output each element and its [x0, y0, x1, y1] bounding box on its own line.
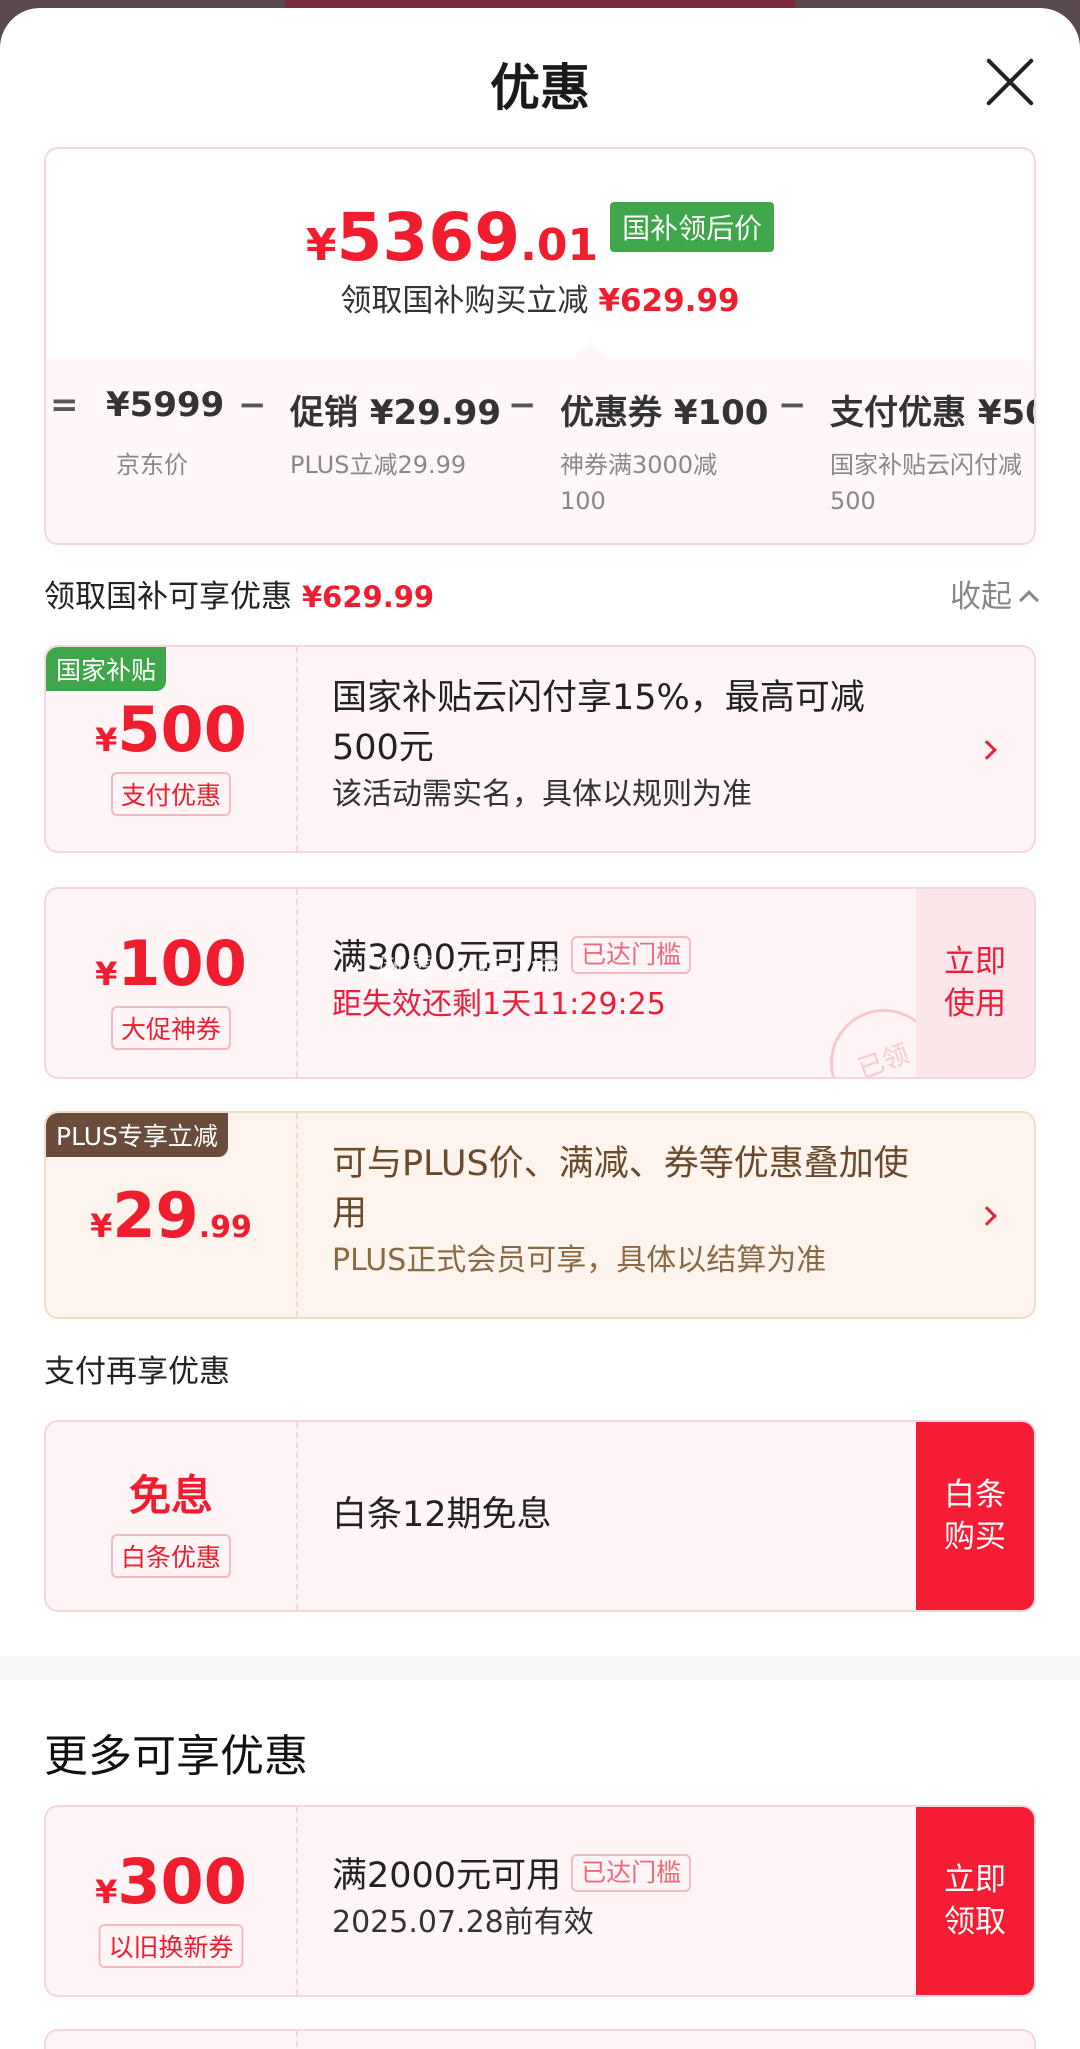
currency-symbol: ¥ [305, 220, 337, 271]
coupon-countdown: 距失效还剩1天11:29:25 [332, 987, 666, 1022]
baitiao-buy-label: 白条购买 [944, 1477, 1006, 1555]
subsidy-section-amount: ¥629.99 [302, 580, 435, 614]
breakdown-pointer [572, 341, 608, 359]
coupon-trade-in: ¥300 以旧换新券 满2000元可用 已达门槛 2025.07.28前有效 立即… [44, 1805, 1036, 1997]
chevron-right-icon [977, 740, 997, 760]
coupon-type-label: 以旧换新券 [98, 1924, 244, 1968]
coupon-amount: 免息 [128, 1471, 213, 1520]
minus-sign: − [508, 385, 537, 425]
use-now-label: 立即使用 [944, 944, 1006, 1022]
plus-corner-badge: PLUS专享立减 [46, 1113, 228, 1157]
coupon-national-subsidy[interactable]: ¥500 支付优惠 国家补贴 国家补贴云闪付享15%，最高可减500元 该活动需… [44, 645, 1036, 853]
coupon-amount: ¥29.99 [90, 1179, 252, 1252]
coupon-type-label: 支付优惠 [110, 772, 232, 816]
coupon-title: 满2000元可用 已达门槛 [332, 1851, 924, 1901]
breakdown-value: 优惠券 ¥100 [560, 393, 769, 433]
use-now-button[interactable]: 立即使用 [916, 889, 1034, 1077]
section-divider [0, 1656, 1080, 1680]
coupon-amount: ¥100 [95, 927, 247, 1000]
coupon-info: 白条12期免息 [332, 1490, 924, 1540]
more-section-title: 更多可享优惠 [44, 1731, 308, 1782]
sheet-title: 优惠 [490, 59, 590, 117]
chevron-up-icon [1019, 590, 1039, 610]
coupon-type-label: 白条优惠 [110, 1534, 232, 1578]
discount-summary-text: 领取国补购买立减 [340, 283, 589, 319]
subsidy-corner-badge: 国家补贴 [46, 647, 167, 691]
discount-sheet: 优惠 ¥5369.01 国补领后价 领取国补购买立减 ¥629.99 = ¥5999… [0, 8, 1080, 2049]
collapse-label: 收起 [950, 579, 1012, 615]
equals-sign: = [50, 385, 79, 425]
price-integer: 5369 [336, 199, 521, 276]
coupon-title: 白条12期免息 [332, 1495, 552, 1535]
threshold-badge: 已达门槛 [571, 1854, 692, 1892]
minus-sign: − [238, 385, 267, 425]
coupon-info: 满2000元可用 已达门槛 2025.07.28前有效 [332, 1851, 924, 1945]
price-breakdown: = ¥5999 − 促销 ¥29.99 − 优惠券 ¥100 − 支付优惠 ¥5… [46, 341, 1036, 543]
breakdown-value: 支付优惠 ¥50 [830, 393, 1036, 433]
claim-now-button[interactable]: 立即领取 [916, 1807, 1034, 1995]
breakdown-note: 神券满3000减 100 [560, 451, 718, 515]
final-price: ¥5369.01 国补领后价 [46, 199, 1034, 276]
coupon-type-label: 大促神券 [110, 1006, 232, 1050]
coupon-partial [44, 2029, 1036, 2049]
discount-summary-amount: ¥629.99 [598, 283, 740, 319]
coupon-description: PLUS正式会员可享，具体以结算为准 [332, 1243, 827, 1278]
coupon-info: 国家补贴云闪付享15%，最高可减500元 该活动需实名，具体以规则为准 [332, 673, 924, 817]
breakdown-note: 国家补贴云闪付减 500 [830, 451, 1022, 515]
subsidy-section-title: 领取国补可享优惠 ¥629.99 [44, 571, 434, 616]
coupon-title: 国家补贴云闪付享15%，最高可减500元 [332, 678, 865, 768]
claim-now-label: 立即领取 [944, 1862, 1006, 1940]
coupon-amount-panel: ¥100 大促神券 [46, 889, 298, 1077]
coupon-description: 该活动需实名，具体以规则为准 [332, 777, 752, 812]
breakdown-value: 促销 ¥29.99 [290, 393, 502, 433]
payment-section-title: 支付再享优惠 [44, 1354, 230, 1390]
breakdown-note: PLUS立减29.99 [290, 451, 467, 479]
coupon-validity: 2025.07.28前有效 [332, 1905, 594, 1940]
breakdown-value: ¥5999 [106, 385, 225, 425]
coupon-title: 可与PLUS价、满减、券等优惠叠加使用 [332, 1144, 909, 1234]
subsidy-section-label: 领取国补可享优惠 [44, 579, 292, 615]
subsidy-price-tag: 国补领后价 [610, 202, 775, 252]
coupon-mega-voucher: ¥100 大促神券 满3000元可用 已达门槛 距失效还剩1天11:29:25 傲… [44, 887, 1036, 1079]
close-icon[interactable] [984, 56, 1036, 108]
chevron-right-icon [977, 1206, 997, 1226]
price-decimal: .01 [520, 220, 599, 271]
coupon-baitiao-interest-free: 免息 白条优惠 白条12期免息 白条购买 [44, 1420, 1036, 1612]
coupon-info: 可与PLUS价、满减、券等优惠叠加使用 PLUS正式会员可享，具体以结算为准 [332, 1139, 924, 1283]
breakdown-note: 京东价 [116, 451, 188, 479]
minus-sign: − [778, 385, 807, 425]
threshold-badge: 已达门槛 [571, 936, 692, 974]
baitiao-buy-button[interactable]: 白条购买 [916, 1422, 1034, 1610]
coupon-amount: ¥300 [95, 1845, 247, 1918]
coupon-amount-panel [46, 2031, 298, 2049]
price-summary-card: ¥5369.01 国补领后价 领取国补购买立减 ¥629.99 = ¥5999 − … [44, 147, 1036, 545]
discount-summary: 领取国补购买立减 ¥629.99 [46, 275, 1034, 320]
background-product-image [285, 0, 795, 8]
coupon-amount: ¥500 [95, 693, 247, 766]
watermark: 傲雪 人在D城 [376, 952, 561, 985]
coupon-plus-discount[interactable]: ¥29.99 PLUS专享立减 可与PLUS价、满减、券等优惠叠加使用 PLUS… [44, 1111, 1036, 1319]
coupon-amount-panel: ¥300 以旧换新券 [46, 1807, 298, 1995]
coupon-amount-panel: 免息 白条优惠 [46, 1422, 298, 1610]
collapse-button[interactable]: 收起 [950, 571, 1039, 616]
